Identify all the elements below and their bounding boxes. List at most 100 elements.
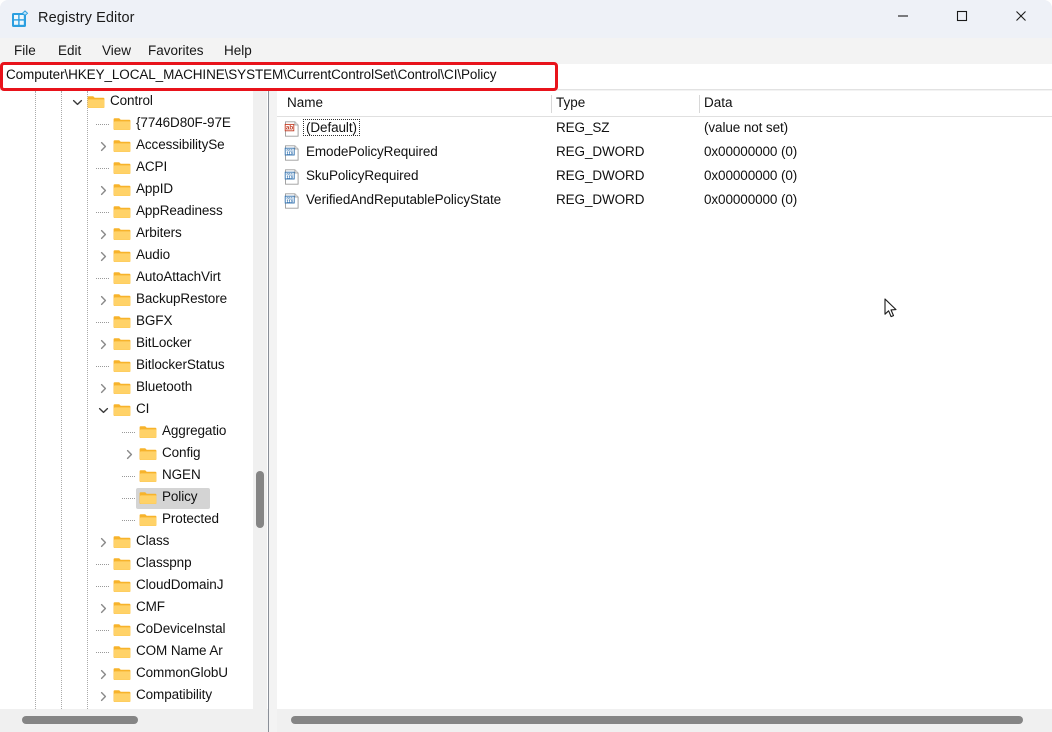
title-bar[interactable]: Registry Editor [0, 0, 1052, 38]
tree-item-appreadiness[interactable]: AppReadiness [95, 201, 268, 223]
folder-icon [113, 623, 131, 637]
tree-item-classpnp[interactable]: Classpnp [95, 553, 268, 575]
registry-editor-icon [10, 9, 30, 29]
svg-text:110: 110 [286, 199, 293, 204]
chevron-right-icon[interactable] [95, 245, 111, 267]
tree-item-ci[interactable]: CI [95, 399, 268, 421]
folder-icon [139, 491, 157, 505]
tree-item-config[interactable]: Config [121, 443, 268, 465]
tree-vertical-scrollbar[interactable] [253, 91, 267, 709]
folder-icon [113, 293, 131, 307]
values-list[interactable]: ab (Default) REG_SZ (value not set) 011 110 Em… [277, 117, 1052, 709]
tree-item-class[interactable]: Class [95, 531, 268, 553]
close-button[interactable] [998, 0, 1044, 32]
tree-item-label: {7746D80F-97E [136, 115, 231, 130]
chevron-right-icon[interactable] [95, 179, 111, 201]
tree-item-label: BackupRestore [136, 291, 227, 306]
column-header-type[interactable]: Type [556, 95, 585, 110]
tree-item-acpi[interactable]: ACPI [95, 157, 268, 179]
menu-item-file[interactable]: File [8, 41, 42, 60]
tree-connector-line [96, 278, 109, 279]
chevron-right-icon[interactable] [95, 685, 111, 707]
column-separator-2[interactable] [699, 95, 700, 113]
chevron-right-icon[interactable] [95, 663, 111, 685]
menu-item-favorites[interactable]: Favorites [142, 41, 210, 60]
chevron-down-icon[interactable] [95, 399, 111, 421]
tree-item-commonglobu[interactable]: CommonGlobU [95, 663, 268, 685]
column-separator-1[interactable] [551, 95, 552, 113]
tree-item-aggregatio[interactable]: Aggregatio [121, 421, 268, 443]
tree-item-accessibilityse[interactable]: AccessibilitySe [95, 135, 268, 157]
value-type: REG_DWORD [556, 192, 645, 207]
chevron-right-icon[interactable] [95, 531, 111, 553]
tree-horizontal-scrollbar[interactable] [0, 709, 268, 732]
value-row[interactable]: ab (Default) REG_SZ (value not set) [277, 117, 1052, 141]
value-row[interactable]: 011 110 SkuPolicyRequired REG_DWORD 0x000000… [277, 165, 1052, 189]
tree-item-label: Arbiters [136, 225, 182, 240]
tree-item-7746d80f-97e[interactable]: {7746D80F-97E [95, 113, 268, 135]
menu-item-view[interactable]: View [96, 41, 137, 60]
tree-item-cmf[interactable]: CMF [95, 597, 268, 619]
tree-item-protected[interactable]: Protected [121, 509, 268, 531]
tree-item-codeviceinstal[interactable]: CoDeviceInstal [95, 619, 268, 641]
folder-icon [113, 315, 131, 329]
menu-item-edit[interactable]: Edit [52, 41, 87, 60]
tree-item-compatibility[interactable]: Compatibility [95, 685, 268, 707]
tree-item-audio[interactable]: Audio [95, 245, 268, 267]
tree-item-com-name-ar[interactable]: COM Name Ar [95, 641, 268, 663]
folder-icon [113, 557, 131, 571]
tree-connector-line [96, 124, 109, 125]
chevron-right-icon[interactable] [95, 289, 111, 311]
tree-connector-line [96, 564, 109, 565]
tree-connector-line [96, 322, 109, 323]
tree-item-appid[interactable]: AppID [95, 179, 268, 201]
tree-horizontal-scroll-thumb[interactable] [22, 716, 138, 724]
maximize-button[interactable] [939, 0, 985, 32]
tree-item-bgfx[interactable]: BGFX [95, 311, 268, 333]
values-column-header[interactable]: Name Type Data [277, 91, 1052, 117]
column-header-name[interactable]: Name [287, 95, 323, 110]
minimize-button[interactable] [880, 0, 926, 32]
chevron-right-icon[interactable] [95, 377, 111, 399]
folder-icon [139, 447, 157, 461]
chevron-right-icon[interactable] [121, 443, 137, 465]
value-name[interactable]: SkuPolicyRequired [306, 168, 418, 183]
folder-icon [113, 601, 131, 615]
tree-item-label: BitlockerStatus [136, 357, 225, 372]
value-row[interactable]: 011 110 EmodePolicyRequired REG_DWORD 0x0000… [277, 141, 1052, 165]
tree-item-label: AppReadiness [136, 203, 223, 218]
address-bar-path[interactable]: Computer\HKEY_LOCAL_MACHINE\SYSTEM\Curre… [6, 67, 497, 82]
tree-item-label: Config [162, 445, 201, 460]
tree-item-arbiters[interactable]: Arbiters [95, 223, 268, 245]
dword-value-icon: 011 110 [284, 169, 300, 185]
tree-item-label: AppID [136, 181, 174, 196]
list-horizontal-scroll-thumb[interactable] [291, 716, 1023, 724]
tree-item-backuprestore[interactable]: BackupRestore [95, 289, 268, 311]
tree-item-bitlockerstatus[interactable]: BitlockerStatus [95, 355, 268, 377]
tree-item-bluetooth[interactable]: Bluetooth [95, 377, 268, 399]
column-header-data[interactable]: Data [704, 95, 733, 110]
tree-item-bitlocker[interactable]: BitLocker [95, 333, 268, 355]
tree-item-policy[interactable]: Policy [121, 487, 268, 509]
list-horizontal-scrollbar[interactable] [277, 709, 1052, 732]
tree-item-autoattachvirt[interactable]: AutoAttachVirt [95, 267, 268, 289]
tree-item-control[interactable]: Control [69, 91, 268, 113]
chevron-right-icon[interactable] [95, 223, 111, 245]
address-bar[interactable]: Computer\HKEY_LOCAL_MACHINE\SYSTEM\Curre… [0, 64, 1052, 90]
value-name[interactable]: VerifiedAndReputablePolicyState [306, 192, 501, 207]
folder-icon [113, 161, 131, 175]
tree-item-clouddomainj[interactable]: CloudDomainJ [95, 575, 268, 597]
tree-vertical-scroll-thumb[interactable] [256, 471, 264, 528]
chevron-down-icon[interactable] [69, 91, 85, 113]
value-name[interactable]: EmodePolicyRequired [306, 144, 438, 159]
value-name[interactable]: (Default) [303, 119, 360, 136]
value-row[interactable]: 011 110 VerifiedAndReputablePolicyState REG… [277, 189, 1052, 213]
tree-connector-line [96, 366, 109, 367]
chevron-right-icon[interactable] [95, 135, 111, 157]
tree-item-ngen[interactable]: NGEN [121, 465, 268, 487]
tree-item-label: Control [110, 93, 153, 108]
chevron-right-icon[interactable] [95, 597, 111, 619]
chevron-right-icon[interactable] [95, 333, 111, 355]
registry-tree[interactable]: Control {7746D80F-97E AccessibilitySe ACPI A… [0, 91, 268, 709]
menu-item-help[interactable]: Help [218, 41, 258, 60]
